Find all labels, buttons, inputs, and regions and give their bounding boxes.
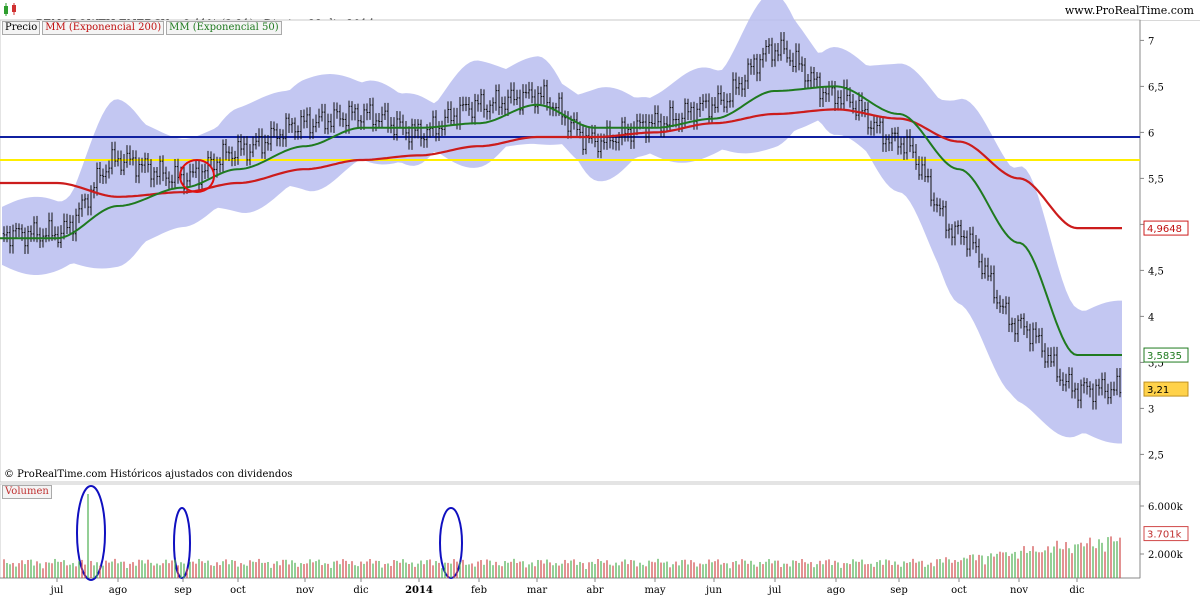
x-tick-label: may: [644, 585, 665, 596]
x-tick-label: mar: [527, 585, 547, 596]
value-tag-label: 3,5835: [1147, 351, 1182, 362]
y-tick-label: 2,5: [1148, 450, 1164, 461]
x-tick-label: jul: [768, 585, 782, 596]
indicator-legend: Precio MM (Exponencial 200) MM (Exponenc…: [2, 21, 282, 35]
x-tick-label: sep: [174, 585, 191, 596]
volume-y-tick-label: 2.000k: [1148, 550, 1184, 561]
value-tag-label: 3,21: [1147, 385, 1169, 396]
y-tick-label: 5,5: [1148, 174, 1164, 185]
legend-ma50[interactable]: MM (Exponencial 50): [166, 21, 282, 35]
value-tag-label: 4,9648: [1147, 224, 1182, 235]
x-tick-label: 2014: [405, 585, 433, 596]
x-tick-label: jun: [705, 585, 723, 596]
volume-y-tick-label: 6.000k: [1148, 502, 1184, 513]
volume-value-tag-label: 3.701k: [1147, 530, 1182, 541]
y-tick-label: 4: [1148, 312, 1154, 323]
y-tick-label: 3: [1148, 404, 1154, 415]
x-tick-label: jul: [50, 585, 64, 596]
y-tick-label: 7: [1148, 36, 1154, 47]
y-tick-label: 6: [1148, 128, 1154, 139]
x-tick-label: dic: [353, 585, 369, 596]
x-tick-label: abr: [586, 585, 603, 596]
copyright-note: © ProRealTime.com Históricos ajustados c…: [4, 469, 293, 480]
volume-label[interactable]: Volumen: [2, 485, 52, 499]
x-tick-label: oct: [230, 585, 246, 596]
x-tick-label: ago: [109, 585, 127, 596]
x-tick-label: sep: [890, 585, 907, 596]
legend-ma200[interactable]: MM (Exponencial 200): [42, 21, 165, 35]
y-tick-label: 4,5: [1148, 266, 1164, 277]
x-tick-label: ago: [827, 585, 845, 596]
price-chart[interactable]: 76,565,554,543,532,54,96483,58353,21jula…: [0, 0, 1200, 600]
volume-panel: [0, 483, 1141, 579]
x-tick-label: feb: [471, 585, 487, 596]
x-tick-label: dic: [1069, 585, 1085, 596]
legend-price[interactable]: Precio: [2, 21, 41, 35]
x-tick-label: nov: [296, 585, 314, 596]
x-tick-label: oct: [951, 585, 967, 596]
y-tick-label: 6,5: [1148, 82, 1164, 93]
x-tick-label: nov: [1010, 585, 1028, 596]
